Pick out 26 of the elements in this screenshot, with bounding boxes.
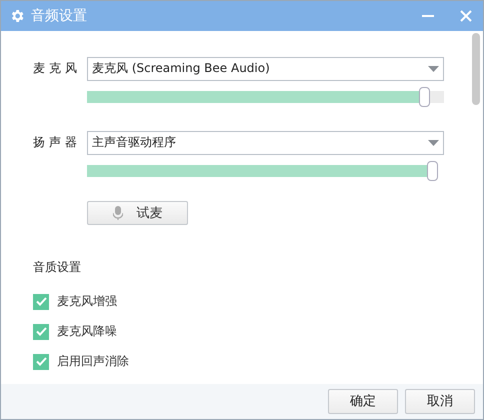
device-dropdown[interactable]: 麦克风 (Screaming Bee Audio) [87,56,444,81]
checkbox[interactable] [33,324,49,340]
slider-thumb[interactable] [427,160,438,181]
cancel-button[interactable]: 取消 [405,388,475,414]
microphone-icon [112,206,122,220]
checkbox-option[interactable]: 启用回声消除 [33,354,472,370]
device-dropdown[interactable]: 主声音驱动程序 [87,130,444,155]
test-mic-button[interactable]: 试麦 [87,200,188,225]
dropdown-arrow-icon [428,66,439,72]
device-label: 扬声器 [33,134,82,152]
ok-button[interactable]: 确定 [328,388,398,414]
section-heading: 音质设置 [33,258,82,276]
checkbox-option[interactable]: 麦克风增强 [33,294,472,310]
close-icon [460,10,472,22]
scrollbar-thumb[interactable] [472,32,480,105]
checkbox[interactable] [33,294,49,310]
volume-slider[interactable] [87,86,444,107]
slider-thumb[interactable] [419,86,430,107]
minimize-icon [422,14,434,17]
checkbox-option[interactable]: 麦克风降噪 [33,324,472,340]
device-label: 麦克风 [33,60,82,78]
checkbox[interactable] [33,354,49,370]
window-title: 音频设置 [31,6,88,25]
volume-slider[interactable] [87,160,438,181]
dropdown-arrow-icon [428,140,439,146]
settings-icon [9,8,25,24]
